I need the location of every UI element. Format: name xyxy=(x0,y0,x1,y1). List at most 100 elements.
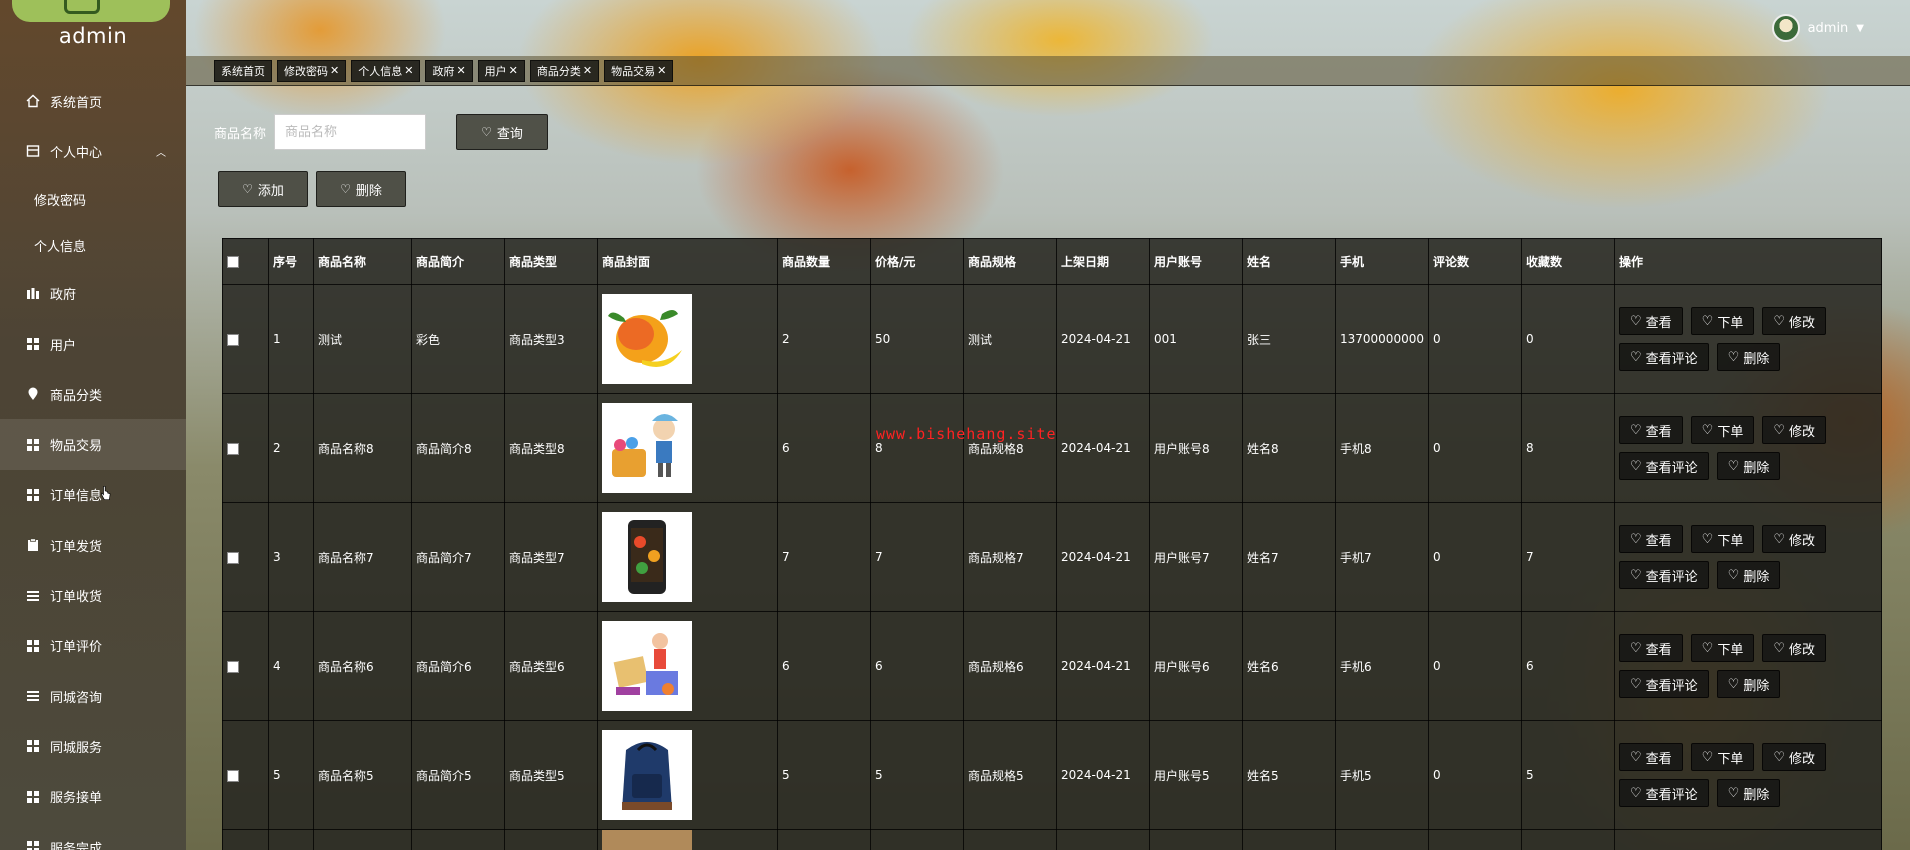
sidebar-item-change-password[interactable]: 修改密码 xyxy=(0,177,186,223)
close-icon[interactable]: ✕ xyxy=(657,64,666,77)
add-button[interactable]: ♡ 添加 xyxy=(218,171,308,207)
table-row: 4 商品名称6 商品简介6 商品类型6 6 6 商品规格6 2024-04-21 用户账号6 姓名… xyxy=(222,611,1882,721)
view-comments-button[interactable]: ♡ 查看评论 xyxy=(1619,343,1709,371)
view-button[interactable]: ♡ 查看 xyxy=(1619,743,1683,771)
delete-button[interactable]: ♡ 删除 xyxy=(316,171,406,207)
table-cell xyxy=(1056,829,1150,850)
delete-row-button[interactable]: ♡ 删除 xyxy=(1716,452,1781,480)
view-comments-button[interactable]: ♡ 查看评论 xyxy=(1619,670,1709,698)
view-comments-button[interactable]: ♡ 查看评论 xyxy=(1619,561,1709,589)
sidebar-item-personal-info[interactable]: 个人信息 xyxy=(0,223,186,269)
row-checkbox[interactable] xyxy=(227,551,239,564)
sidebar-item-profile-center[interactable]: 个人中心 ︿ xyxy=(0,126,186,176)
heart-icon: ♡ xyxy=(242,182,253,196)
cell-name: 商品名称7 xyxy=(313,502,412,612)
cell-type: 商品类型8 xyxy=(504,393,598,503)
list-icon xyxy=(26,589,40,603)
row-checkbox[interactable] xyxy=(227,442,239,455)
tab-product-category[interactable]: 商品分类 ✕ xyxy=(529,59,600,82)
table-row: 1 测试 彩色 商品类型3 2 50 测试 2024-04-21 001 张三 1370000000… xyxy=(222,284,1882,394)
delete-row-button[interactable]: ♡ 删除 xyxy=(1716,561,1781,589)
column-header: 序号 xyxy=(268,238,314,285)
button-label: 删除 xyxy=(355,183,382,199)
row-select-cell[interactable] xyxy=(222,393,269,503)
place-order-button[interactable]: ♡ 下单 xyxy=(1690,416,1755,444)
sidebar-item-local-consult[interactable]: 同城咨询 xyxy=(0,671,186,721)
delete-row-button[interactable]: ♡ 删除 xyxy=(1716,670,1781,698)
cell-intro: 商品简介5 xyxy=(411,720,505,830)
sidebar-item-government[interactable]: 政府 xyxy=(0,269,186,319)
grid-icon xyxy=(26,840,40,850)
sidebar-item-order-info[interactable]: 订单信息 xyxy=(0,470,186,520)
sidebar-menu: 系统首页 个人中心 ︿ 修改密码 个人信息 政府 用户 商品分类 物品交易 订单… xyxy=(0,76,186,850)
row-checkbox[interactable] xyxy=(227,333,239,346)
edit-button[interactable]: ♡ 修改 xyxy=(1762,743,1827,771)
table-cell xyxy=(411,829,505,850)
edit-button[interactable]: ♡ 修改 xyxy=(1762,307,1827,335)
column-header: 用户账号 xyxy=(1149,238,1243,285)
search-bar: 商品名称 ♡ 查询 xyxy=(214,114,549,150)
cell-person: 姓名8 xyxy=(1242,393,1336,503)
column-header: 评论数 xyxy=(1428,238,1522,285)
sidebar-item-order-receipt[interactable]: 订单收货 xyxy=(0,570,186,620)
view-button[interactable]: ♡ 查看 xyxy=(1619,634,1683,662)
sidebar-item-label: 服务接单 xyxy=(50,791,103,807)
tab-personal-info[interactable]: 个人信息 ✕ xyxy=(351,59,421,82)
select-all-checkbox[interactable] xyxy=(227,256,239,268)
edit-button[interactable]: ♡ 修改 xyxy=(1762,416,1827,444)
view-comments-button[interactable]: ♡ 查看评论 xyxy=(1619,452,1709,480)
sidebar-item-local-service[interactable]: 同城服务 xyxy=(0,721,186,771)
sidebar-item-users[interactable]: 用户 xyxy=(0,319,186,369)
sidebar-item-label: 同城咨询 xyxy=(50,690,103,706)
row-checkbox[interactable] xyxy=(227,660,239,673)
select-all-cell[interactable] xyxy=(222,238,269,285)
view-button[interactable]: ♡ 查看 xyxy=(1619,416,1683,444)
edit-button[interactable]: ♡ 修改 xyxy=(1762,634,1827,662)
cell-qty: 6 xyxy=(777,611,871,721)
table-row: 5 商品名称5 商品简介5 商品类型5 5 5 商品规格5 2024-04-21 用户账号5 姓名… xyxy=(222,720,1882,830)
heart-icon: ♡ xyxy=(340,182,351,196)
close-icon[interactable]: ✕ xyxy=(404,64,413,77)
row-select-cell[interactable] xyxy=(222,284,269,394)
delete-row-button[interactable]: ♡ 删除 xyxy=(1716,779,1781,807)
sidebar-item-order-shipping[interactable]: 订单发货 xyxy=(0,520,186,570)
view-button[interactable]: ♡ 查看 xyxy=(1619,525,1683,553)
sidebar-item-product-category[interactable]: 商品分类 xyxy=(0,369,186,419)
tab-users[interactable]: 用户 ✕ xyxy=(477,59,525,82)
place-order-button[interactable]: ♡ 下单 xyxy=(1690,307,1755,335)
place-order-button[interactable]: ♡ 下单 xyxy=(1690,634,1755,662)
tab-item-trading[interactable]: 物品交易 ✕ xyxy=(604,59,674,82)
search-button[interactable]: ♡ 查询 xyxy=(456,114,549,150)
edit-button[interactable]: ♡ 修改 xyxy=(1762,525,1827,553)
place-order-button[interactable]: ♡ 下单 xyxy=(1690,743,1755,771)
table-row: 3 商品名称7 商品简介7 商品类型7 7 7 商品规格7 2024-04-21 用户账号7 姓名… xyxy=(222,502,1882,612)
sidebar-item-order-review[interactable]: 订单评价 xyxy=(0,621,186,671)
search-input[interactable] xyxy=(274,114,427,150)
table-cell xyxy=(1149,829,1243,850)
close-icon[interactable]: ✕ xyxy=(456,64,465,77)
row-select-cell[interactable] xyxy=(222,611,269,721)
row-checkbox[interactable] xyxy=(227,769,239,782)
cell-date: 2024-04-21 xyxy=(1056,393,1150,503)
row-select-cell[interactable] xyxy=(222,720,269,830)
sidebar-item-home[interactable]: 系统首页 xyxy=(0,76,186,126)
close-icon[interactable]: ✕ xyxy=(330,64,339,77)
table-cell xyxy=(870,829,964,850)
table-cell xyxy=(1428,829,1522,850)
row-select-cell[interactable] xyxy=(222,502,269,612)
place-order-button[interactable]: ♡ 下单 xyxy=(1690,525,1755,553)
tab-government[interactable]: 政府 ✕ xyxy=(425,59,473,82)
tab-change-password[interactable]: 修改密码 ✕ xyxy=(277,59,347,82)
tab-home[interactable]: 系统首页 xyxy=(214,59,272,82)
button-label: 查看评论 xyxy=(1645,460,1698,476)
view-comments-button[interactable]: ♡ 查看评论 xyxy=(1619,779,1709,807)
view-button[interactable]: ♡ 查看 xyxy=(1619,307,1683,335)
cell-favs: 6 xyxy=(1521,611,1615,721)
sidebar-item-item-trading[interactable]: 物品交易 xyxy=(0,419,186,470)
sidebar-item-service-complete[interactable]: 服务完成 xyxy=(0,822,186,850)
close-icon[interactable]: ✕ xyxy=(583,64,592,77)
delete-row-button[interactable]: ♡ 删除 xyxy=(1716,343,1781,371)
sidebar-item-service-orders[interactable]: 服务接单 xyxy=(0,772,186,822)
close-icon[interactable]: ✕ xyxy=(509,64,518,77)
user-menu[interactable]: admin ▼ xyxy=(1771,14,1864,42)
